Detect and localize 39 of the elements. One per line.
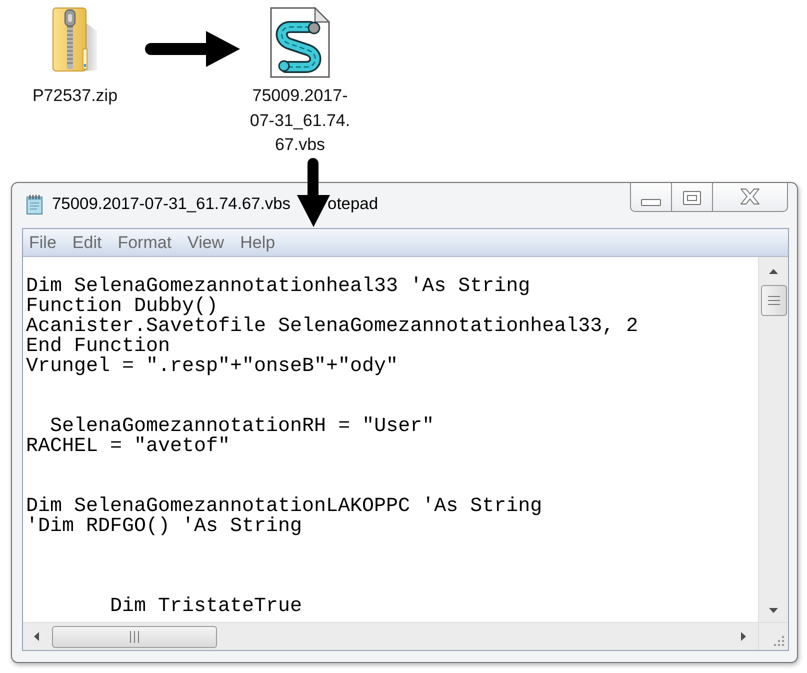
maximize-button[interactable]: [672, 183, 713, 212]
minimize-button[interactable]: [630, 183, 672, 212]
caret-down-icon[interactable]: [769, 608, 778, 613]
menu-item[interactable]: Edit: [71, 232, 103, 252]
script-file-icon[interactable]: [270, 7, 330, 78]
close-button[interactable]: [713, 183, 788, 212]
code-line: Vrungel = ".resp"+"onseB"+"ody": [26, 355, 398, 378]
down-arrow: [297, 157, 330, 228]
code-line: Dim SelenaGomezannotationheal33 'As String: [26, 275, 530, 298]
code-line: Acanister.Savetofile SelenaGomezannotationheal33, 2: [26, 315, 638, 338]
scroll-thumb[interactable]: [52, 626, 217, 648]
grip-lines-icon: [130, 630, 139, 642]
code-line: Dim TristateTrue: [110, 595, 302, 618]
grip-lines-icon: [768, 296, 780, 305]
window-title: 75009.2017-07-31_61.74.67.vbs: [52, 194, 291, 214]
caret-right-icon[interactable]: [741, 632, 746, 641]
horizontal-scrollbar[interactable]: [23, 622, 758, 650]
code-line: 'Dim RDFGO() 'As String: [26, 515, 302, 538]
minimize-icon: [641, 198, 661, 206]
file-name: P72537.zip: [32, 85, 118, 107]
code-line: Dim SelenaGomezannotationLAKOPPC 'As String: [26, 495, 542, 518]
menu-item[interactable]: File: [28, 232, 58, 252]
scroll-thumb[interactable]: [760, 285, 786, 316]
caret-up-icon[interactable]: [769, 269, 778, 274]
file-name: 75009.2017- 07-31_61.74. 67.vbs: [250, 85, 350, 156]
caret-left-icon[interactable]: [34, 632, 39, 641]
menu-item[interactable]: Format: [116, 232, 173, 252]
window-title: otepad: [328, 194, 378, 214]
menu-item[interactable]: Help: [239, 232, 276, 252]
code-line: Function Dubby(): [26, 295, 218, 318]
close-icon: [740, 188, 760, 204]
zip-folder-icon[interactable]: [52, 7, 98, 73]
code-line: SelenaGomezannotationRH = "User": [50, 415, 434, 438]
code-line: End Function: [26, 335, 170, 358]
maximize-icon: [683, 191, 701, 205]
menu-item[interactable]: View: [186, 232, 226, 252]
code-line: RACHEL = "avetof": [26, 435, 230, 458]
vertical-scrollbar[interactable]: [758, 257, 788, 622]
resize-grip-icon[interactable]: [774, 636, 785, 647]
